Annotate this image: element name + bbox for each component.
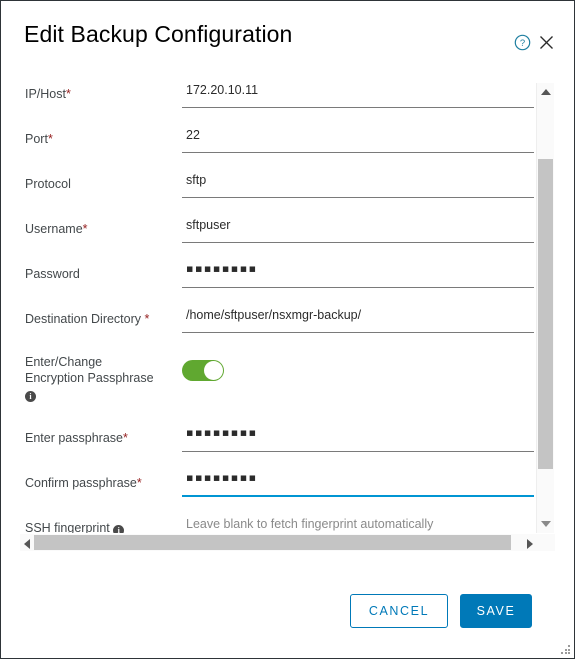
- label-line-2: Encryption Passphrase: [25, 371, 154, 385]
- vertical-scrollbar-thumb[interactable]: [538, 159, 553, 469]
- required-asterisk: *: [144, 312, 150, 326]
- label-protocol: Protocol: [25, 177, 71, 191]
- form-scroll-area: IP/Host* 172.20.10.11 Port* 22 Protocol …: [20, 72, 557, 533]
- confirm-passphrase-input[interactable]: ▪▪▪▪▪▪▪▪: [182, 469, 534, 497]
- destination-directory-value: /home/sftpuser/nsxmgr-backup/: [186, 308, 362, 322]
- ssh-fingerprint-placeholder: Leave blank to fetch fingerprint automat…: [186, 517, 434, 531]
- dialog-title: Edit Backup Configuration: [24, 21, 293, 47]
- enter-passphrase-input[interactable]: ▪▪▪▪▪▪▪▪: [182, 424, 534, 452]
- password-input[interactable]: ▪▪▪▪▪▪▪▪: [182, 260, 534, 288]
- info-icon[interactable]: i: [113, 525, 125, 533]
- required-asterisk: *: [136, 476, 142, 490]
- label-ssh-fingerprint: SSH fingerprint i: [25, 520, 125, 533]
- ip-host-value: 172.20.10.11: [186, 83, 259, 97]
- close-icon[interactable]: [538, 34, 555, 51]
- port-input[interactable]: 22: [182, 125, 534, 153]
- dialog-header: Edit Backup Configuration ?: [1, 1, 574, 63]
- port-value: 22: [186, 128, 200, 142]
- ssh-fingerprint-input[interactable]: Leave blank to fetch fingerprint automat…: [182, 514, 534, 533]
- info-icon[interactable]: i: [25, 391, 36, 402]
- label-enter-passphrase: Enter passphrase*: [25, 431, 128, 445]
- label-password: Password: [25, 267, 80, 281]
- label-port: Port*: [25, 132, 53, 146]
- cancel-button[interactable]: CANCEL: [350, 594, 448, 628]
- protocol-value: sftp: [186, 173, 207, 187]
- horizontal-scrollbar[interactable]: [20, 534, 555, 551]
- username-input[interactable]: sftpuser: [182, 215, 534, 243]
- help-circle-icon[interactable]: ?: [514, 34, 531, 51]
- username-value: sftpuser: [186, 218, 231, 232]
- resize-grip[interactable]: [561, 645, 571, 655]
- required-asterisk: *: [47, 132, 53, 146]
- scroll-right-arrow-icon[interactable]: [527, 539, 533, 549]
- ip-host-input[interactable]: 172.20.10.11: [182, 80, 534, 108]
- label-destination-directory: Destination Directory *: [25, 312, 150, 326]
- protocol-input[interactable]: sftp: [182, 170, 534, 198]
- encryption-passphrase-toggle[interactable]: [182, 360, 224, 381]
- toggle-knob: [204, 361, 223, 380]
- enter-passphrase-value: ▪▪▪▪▪▪▪▪: [186, 426, 258, 439]
- scroll-down-arrow-icon[interactable]: [541, 521, 551, 527]
- required-asterisk: *: [82, 222, 88, 236]
- destination-directory-input[interactable]: /home/sftpuser/nsxmgr-backup/: [182, 305, 534, 333]
- label-line-1: Enter/Change: [25, 355, 103, 369]
- label-username: Username*: [25, 222, 88, 236]
- scroll-up-arrow-icon[interactable]: [541, 89, 551, 95]
- label-encryption-passphrase: Enter/Change Encryption Passphrase i: [25, 354, 154, 402]
- scroll-left-arrow-icon[interactable]: [24, 539, 30, 549]
- confirm-passphrase-value: ▪▪▪▪▪▪▪▪: [186, 471, 258, 484]
- required-asterisk: *: [66, 87, 71, 101]
- dialog-footer: CANCEL SAVE: [1, 579, 574, 658]
- password-value: ▪▪▪▪▪▪▪▪: [186, 262, 258, 275]
- label-confirm-passphrase: Confirm passphrase*: [25, 476, 142, 490]
- required-asterisk: *: [122, 431, 128, 445]
- edit-backup-configuration-dialog: Edit Backup Configuration ? IP/Host* 172…: [0, 0, 575, 659]
- label-ip-host: IP/Host*: [25, 87, 71, 101]
- horizontal-scrollbar-thumb[interactable]: [34, 535, 511, 550]
- save-button[interactable]: SAVE: [460, 594, 532, 628]
- svg-text:?: ?: [520, 38, 525, 49]
- vertical-scrollbar[interactable]: [536, 83, 554, 533]
